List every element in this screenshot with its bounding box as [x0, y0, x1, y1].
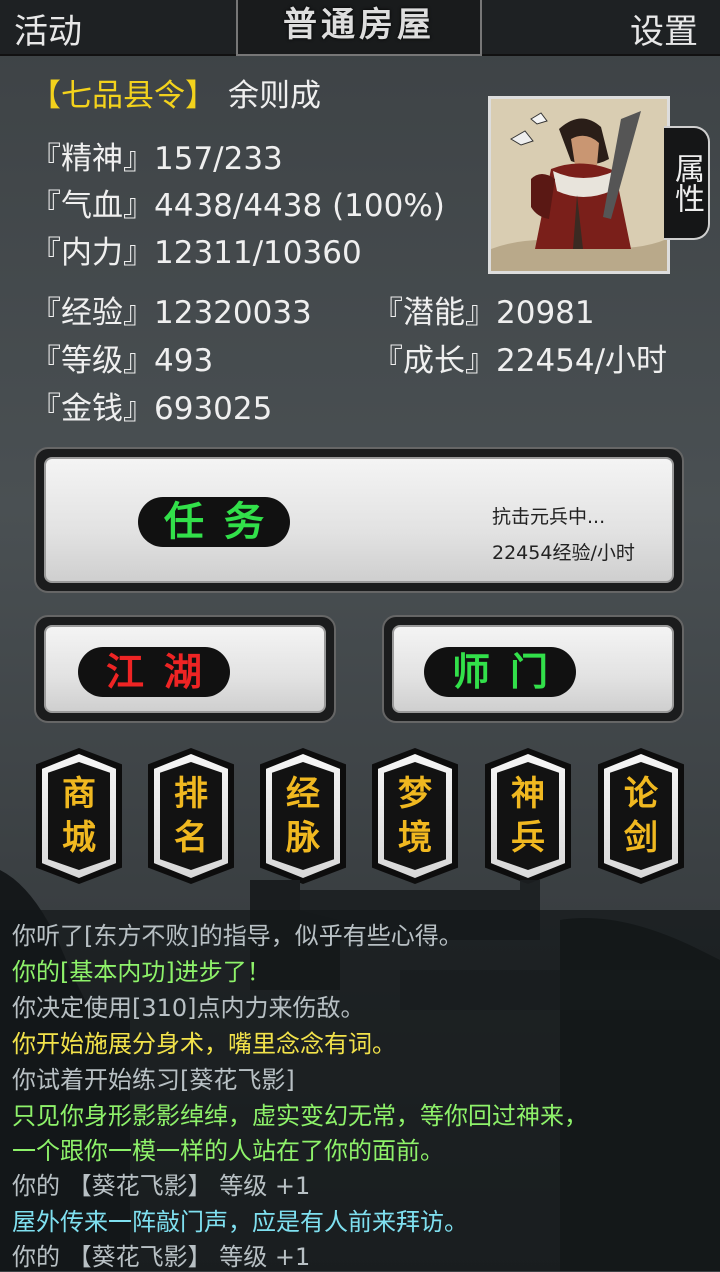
stat-inner-power: 『内力』12311/10360: [30, 235, 362, 271]
warrior-portrait-icon: [491, 99, 667, 271]
hex-char: 论: [624, 774, 658, 814]
task-label-text: 任务: [164, 498, 284, 545]
player-rank: 【七品县令】: [30, 78, 216, 114]
task-button[interactable]: 任务 抗击元兵中... 22454经验/小时: [34, 447, 684, 593]
attributes-tab[interactable]: 属性: [664, 126, 710, 240]
shimen-label: 师门: [424, 647, 576, 697]
stat-money: 『金钱』693025: [30, 391, 273, 427]
task-info: 抗击元兵中... 22454经验/小时: [492, 499, 635, 571]
hex-char: 神: [511, 774, 545, 814]
top-bar: 活动 普通房屋 设置: [0, 0, 720, 56]
stat-spirit: 『精神』157/233: [30, 141, 283, 177]
hex-char: 排: [174, 774, 208, 814]
jianghu-label-text: 江湖: [105, 649, 222, 694]
location-title: 普通房屋: [236, 0, 482, 56]
log-line: 你决定使用[310]点内力来伤敌。: [12, 994, 365, 1022]
log-line: 只见你身形影影绰绰，虚实变幻无常，等你回过神来，: [12, 1102, 588, 1130]
hex-char: 梦: [398, 774, 432, 814]
stat-growth: 『成长』22454/小时: [372, 343, 668, 379]
settings-button[interactable]: 设置: [630, 4, 698, 53]
message-log: 你听了[东方不败]的指导，似乎有些心得。 你的[基本内功]进步了！ 你决定使用[…: [0, 910, 720, 1271]
stat-hp: 『气血』4438/4438 (100%): [30, 188, 445, 224]
player-name: 余则成: [228, 78, 321, 114]
log-line: 你听了[东方不败]的指导，似乎有些心得。: [12, 922, 463, 950]
hex-char: 经: [286, 774, 320, 814]
jianghu-label: 江湖: [78, 647, 230, 697]
task-status: 抗击元兵中...: [492, 506, 606, 528]
log-line: 你试着开始练习[葵花飞影]: [12, 1066, 295, 1094]
log-line: 一个跟你一模一样的人站在了你的面前。: [12, 1137, 444, 1165]
task-label: 任务: [138, 497, 290, 547]
stat-level: 『等级』493: [30, 343, 214, 379]
shimen-label-text: 师门: [451, 649, 568, 694]
activity-button[interactable]: 活动: [14, 4, 82, 53]
hex-char: 商: [62, 774, 96, 814]
stat-exp: 『经验』12320033: [30, 295, 312, 331]
log-line: 你的[基本内功]进步了！: [12, 958, 271, 986]
task-rate: 22454经验/小时: [492, 542, 635, 564]
log-line: 你开始施展分身术，嘴里念念有词。: [12, 1030, 396, 1058]
shimen-button[interactable]: 师门: [382, 615, 684, 723]
character-portrait[interactable]: [488, 96, 670, 274]
log-line: 屋外传来一阵敲门声，应是有人前来拜访。: [12, 1208, 468, 1236]
log-line: 你的 【葵花飞影】 等级 +1: [12, 1172, 311, 1200]
jianghu-button[interactable]: 江湖: [34, 615, 336, 723]
stat-potential: 『潜能』20981: [372, 295, 595, 331]
log-line: 你的 【葵花飞影】 等级 +1: [12, 1243, 311, 1271]
